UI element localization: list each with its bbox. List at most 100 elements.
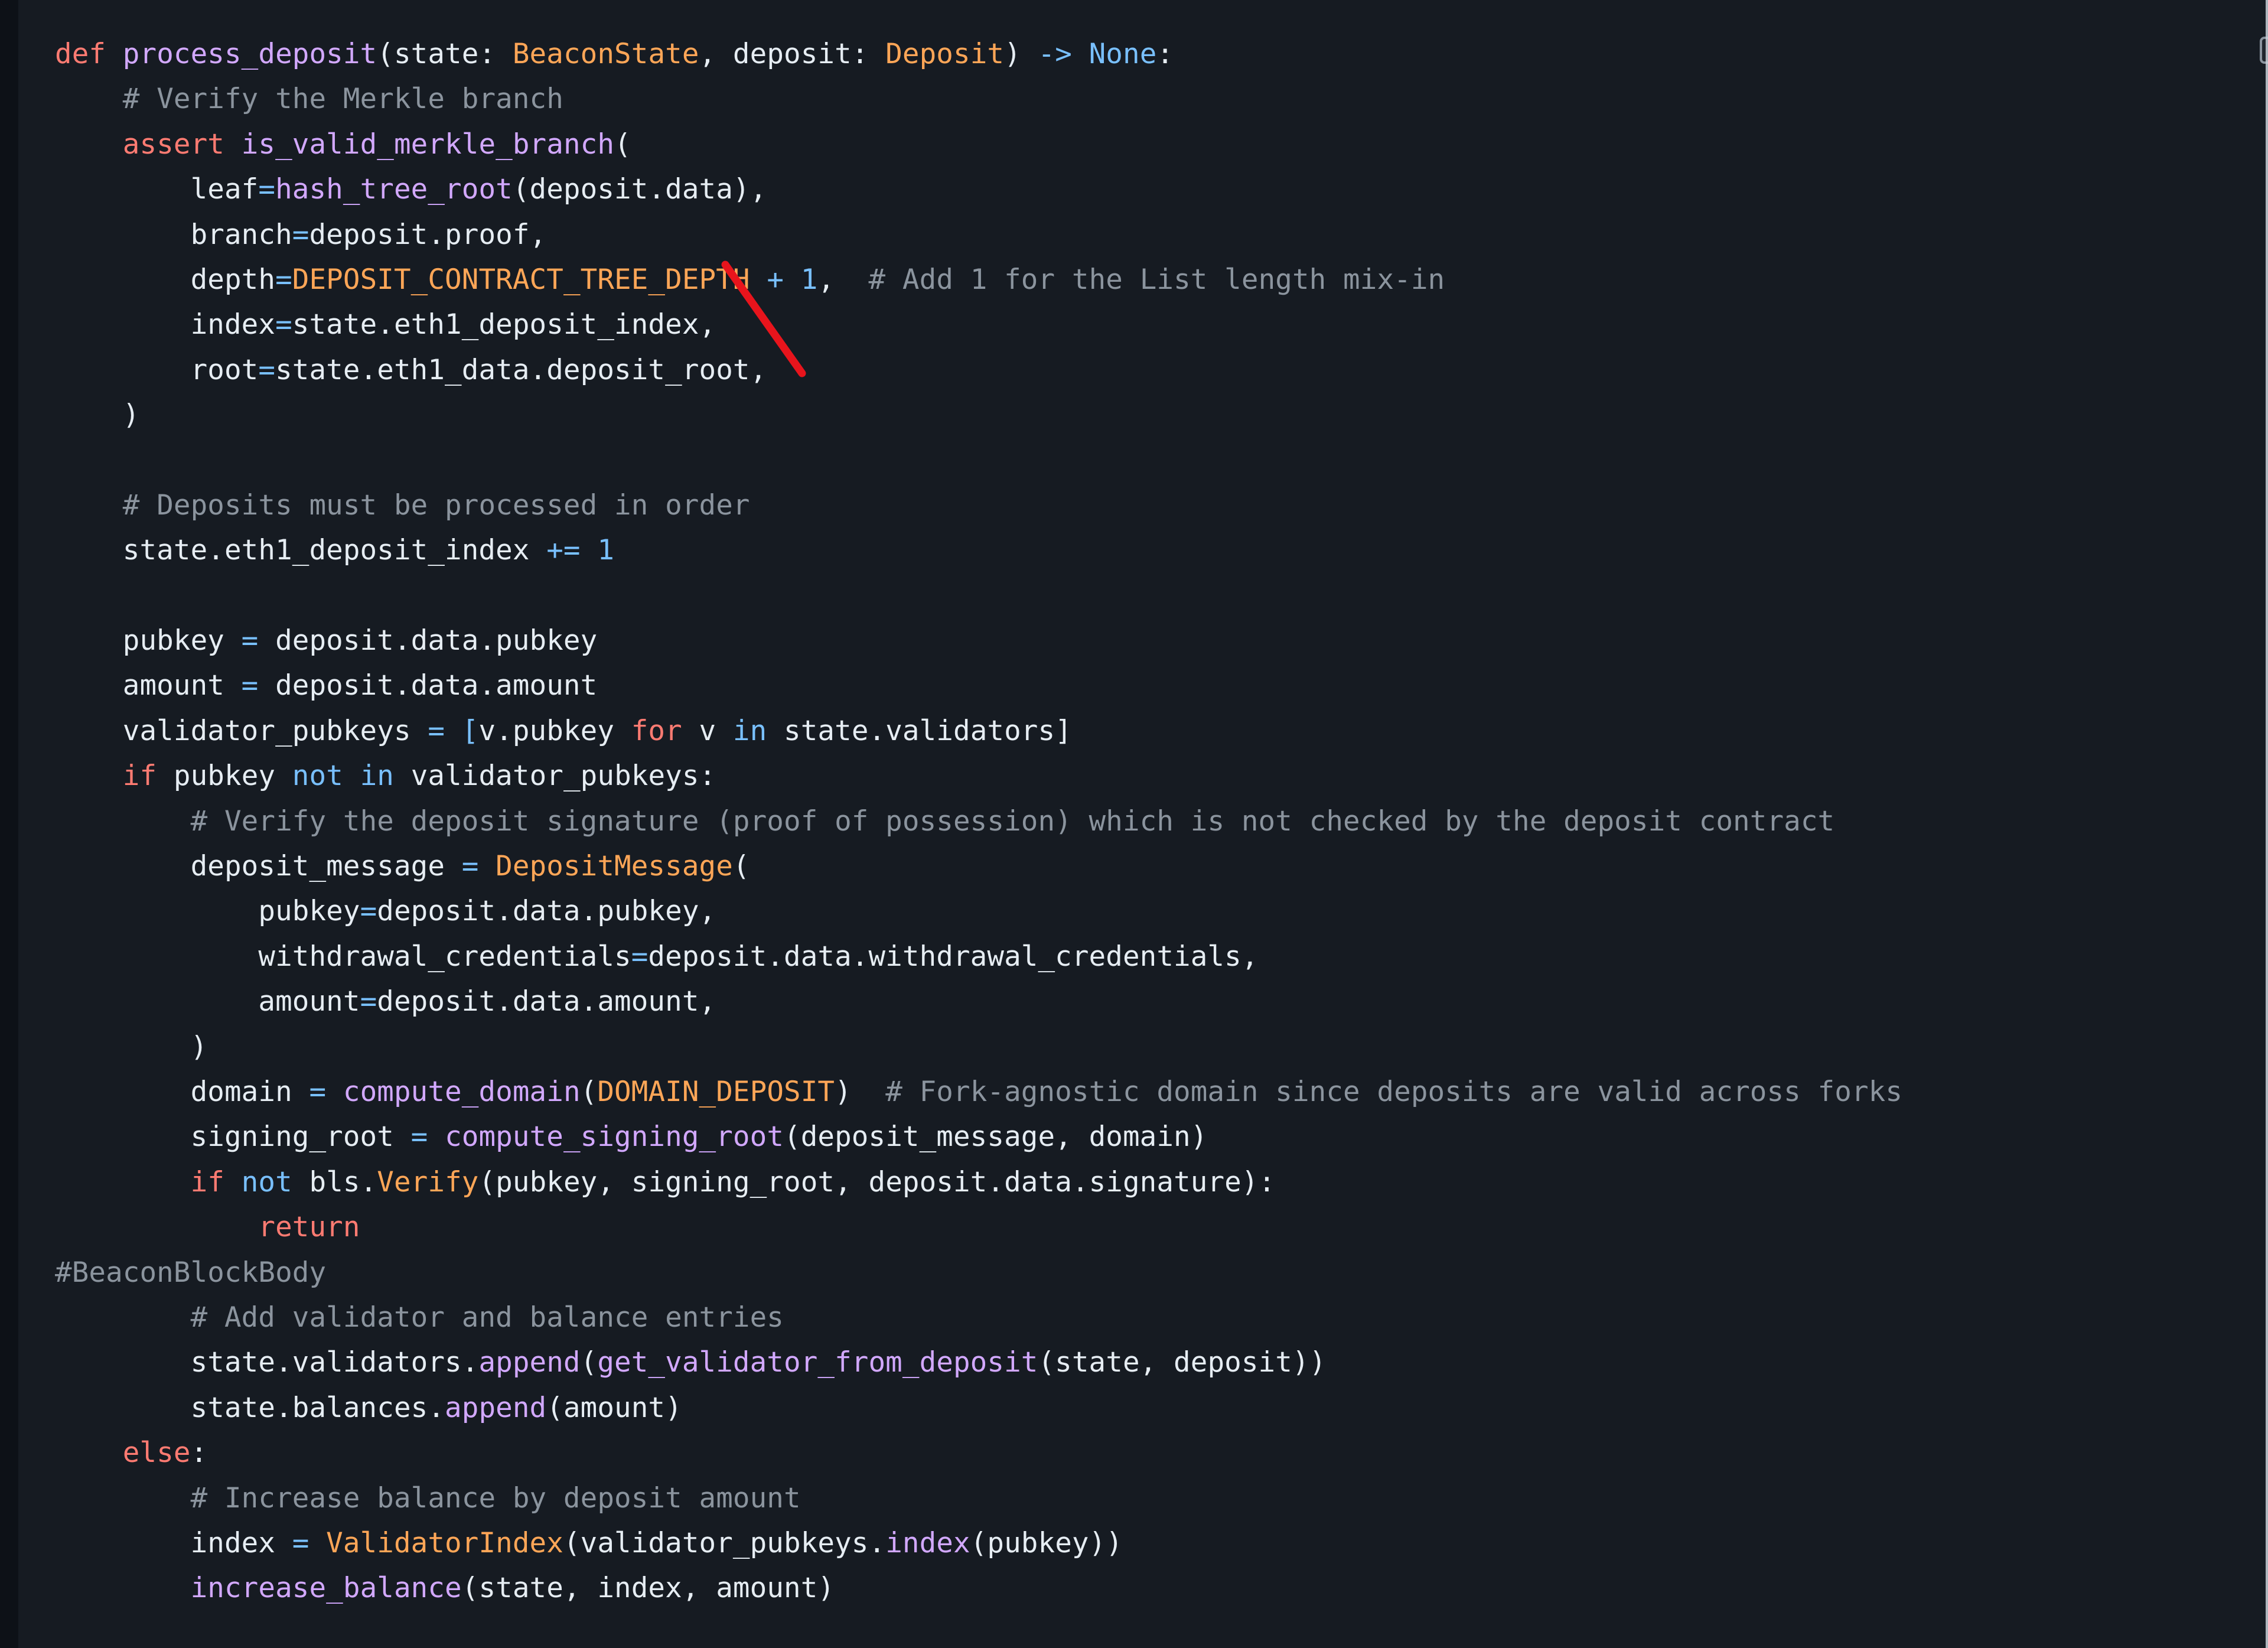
function-token: get_validator_from_deposit xyxy=(597,1346,1038,1379)
code-content: def process_deposit(state: BeaconState, … xyxy=(55,32,1902,1611)
code-line: ​ xyxy=(55,574,1902,618)
operator-token: = xyxy=(292,1526,309,1559)
code-line: root=state.eth1_data.deposit_root, xyxy=(55,348,1902,393)
class-token: DepositMessage xyxy=(496,850,733,883)
class-token: DOMAIN_DEPOSIT xyxy=(597,1075,835,1108)
text-token: , deposit: xyxy=(699,38,886,70)
code-line: ) xyxy=(55,393,1902,438)
operator-token: = xyxy=(241,624,259,657)
text-token: deposit_message xyxy=(55,850,462,883)
text-token: (state, deposit)) xyxy=(1038,1346,1327,1379)
operator-token: = xyxy=(275,263,292,296)
code-line: # Add validator and balance entries xyxy=(55,1295,1902,1340)
text-token: leaf xyxy=(55,173,259,206)
code-line: return xyxy=(55,1205,1902,1250)
keyword-token: assert xyxy=(122,128,224,161)
operator-token: = xyxy=(360,895,377,928)
function-token: append xyxy=(478,1346,581,1379)
operator-token: += xyxy=(546,534,581,567)
code-block: def process_deposit(state: BeaconState, … xyxy=(18,0,2263,1648)
class-token: DEPOSIT_CONTRACT_TREE_DEPTH xyxy=(292,263,750,296)
text-token: (validator_pubkeys. xyxy=(563,1526,886,1559)
text-token: (state: xyxy=(377,38,513,70)
text-token: amount xyxy=(55,669,242,702)
constant-token: not xyxy=(292,760,343,793)
code-line: index = ValidatorIndex(validator_pubkeys… xyxy=(55,1521,1902,1566)
keyword-token: if xyxy=(122,760,157,793)
text-token: ( xyxy=(580,1075,598,1108)
function-token: process_deposit xyxy=(122,38,377,70)
text-token: (pubkey, signing_root, deposit.data.sign… xyxy=(478,1165,1276,1198)
text-token: ( xyxy=(732,850,750,883)
code-line: increase_balance(state, index, amount) xyxy=(55,1566,1902,1611)
code-line: signing_root = compute_signing_root(depo… xyxy=(55,1115,1902,1160)
text-token: pubkey xyxy=(157,760,292,793)
code-line: depth=DEPOSIT_CONTRACT_TREE_DEPTH + 1, #… xyxy=(55,258,1902,302)
keyword-token: if xyxy=(190,1165,224,1198)
text-token: state.validators] xyxy=(767,714,1072,747)
constant-token: 1 xyxy=(597,534,615,567)
text-token: deposit.data.amount xyxy=(258,669,598,702)
text-token: root xyxy=(55,353,259,386)
text-token: index xyxy=(55,308,276,341)
code-viewer-page: def process_deposit(state: BeaconState, … xyxy=(0,0,2268,1648)
code-line: pubkey = deposit.data.pubkey xyxy=(55,618,1902,663)
operator-token: = xyxy=(309,1075,327,1108)
operator-token: + xyxy=(767,263,784,296)
function-token: increase_balance xyxy=(190,1572,462,1605)
keyword-token: else xyxy=(122,1437,191,1470)
keyword-token: return xyxy=(258,1211,360,1244)
constant-token: not xyxy=(241,1165,292,1198)
text-token: v.pubkey xyxy=(478,714,631,747)
text-token: pubkey xyxy=(55,624,242,657)
text-token: deposit.data.pubkey, xyxy=(377,895,716,928)
text-token: deposit.data.amount, xyxy=(377,985,716,1018)
code-line: # Increase balance by deposit amount xyxy=(55,1476,1902,1521)
code-line: validator_pubkeys = [v.pubkey for v in s… xyxy=(55,709,1902,754)
code-line: if pubkey not in validator_pubkeys: xyxy=(55,754,1902,799)
scrollbar[interactable] xyxy=(2266,0,2268,1648)
code-line: ) xyxy=(55,1025,1902,1070)
code-line: else: xyxy=(55,1431,1902,1476)
text-token: (deposit.data), xyxy=(512,173,767,206)
comment-token: # Increase balance by deposit amount xyxy=(190,1481,801,1515)
text-token: validator_pubkeys xyxy=(55,714,428,747)
comment-token: # Verify the Merkle branch xyxy=(122,83,563,116)
code-line: def process_deposit(state: BeaconState, … xyxy=(55,32,1902,77)
function-token: compute_domain xyxy=(343,1075,581,1108)
text-token: ) xyxy=(55,399,140,432)
comment-token: # Add validator and balance entries xyxy=(190,1301,784,1334)
operator-token: = xyxy=(275,308,292,341)
code-line: pubkey=deposit.data.pubkey, xyxy=(55,889,1902,934)
operator-token: = xyxy=(428,714,445,747)
text-token: deposit.data.withdrawal_credentials, xyxy=(648,940,1259,973)
text-token: ) xyxy=(1004,38,1038,70)
text-token: ( xyxy=(614,128,631,161)
text-token: state.eth1_deposit_index xyxy=(55,534,547,567)
code-line: # Verify the deposit signature (proof of… xyxy=(55,799,1902,844)
operator-token: = xyxy=(241,669,259,702)
function-token: hash_tree_root xyxy=(275,173,513,206)
text-token: bls. xyxy=(292,1165,377,1198)
code-line: state.eth1_deposit_index += 1 xyxy=(55,528,1902,573)
code-line: deposit_message = DepositMessage( xyxy=(55,844,1902,889)
operator-token: = xyxy=(292,218,309,251)
text-token: state.validators. xyxy=(55,1346,479,1379)
class-token: BeaconState xyxy=(512,38,699,70)
comment-token: # Add 1 for the List length mix-in xyxy=(868,263,1445,296)
code-line: state.balances.append(amount) xyxy=(55,1386,1902,1431)
function-token: append xyxy=(445,1391,547,1424)
